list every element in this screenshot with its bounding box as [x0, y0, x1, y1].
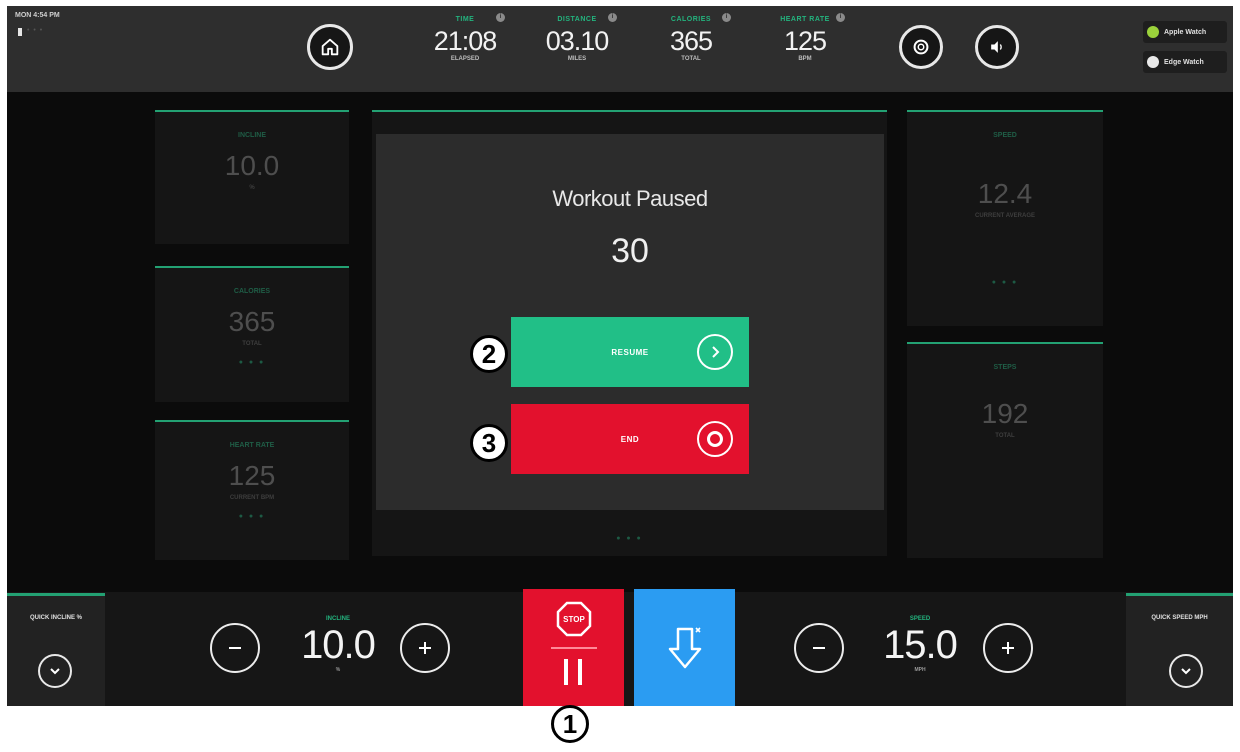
tile-value: 10.0: [224, 150, 280, 181]
apple-watch-label: Apple Watch: [1164, 28, 1207, 36]
speed-readout: SPEED 15.0 MPH: [865, 616, 975, 673]
edge-watch-label: Edge Watch: [1164, 58, 1204, 66]
stop-pause-button[interactable]: STOP: [523, 589, 624, 706]
tile-value: 125: [228, 460, 276, 491]
tile-unit: TOTAL: [995, 433, 1015, 439]
metric-value: 21:08: [433, 26, 498, 56]
countdown-value: 30: [611, 232, 649, 270]
sound-button[interactable]: [975, 25, 1019, 69]
tile-speed[interactable]: SPEED 12.4 CURRENT AVERAGE ● ● ●: [907, 110, 1103, 326]
metric-unit: BPM: [798, 56, 812, 62]
tile-heart-rate[interactable]: HEART RATE 125 CURRENT BPM ● ● ●: [155, 420, 349, 560]
tile-unit: TOTAL: [242, 341, 262, 347]
pause-icon-right: [578, 659, 582, 685]
quick-incline-label: QUICK INCLINE %: [29, 615, 82, 621]
metric-value: 365: [669, 26, 713, 56]
resume-button[interactable]: RESUME: [511, 317, 749, 387]
stop-circle-inner: [707, 431, 723, 447]
home-icon: [321, 38, 339, 56]
gear-icon: [913, 39, 929, 55]
page-dots: ● ● ●: [616, 535, 643, 542]
divider: [551, 647, 597, 649]
tile-incline[interactable]: INCLINE 10.0 %: [155, 110, 349, 244]
quick-speed[interactable]: QUICK SPEED MPH: [1126, 593, 1233, 706]
quick-speed-label: QUICK SPEED MPH: [1151, 615, 1208, 621]
tile-label: CALORIES: [233, 288, 271, 295]
page-dots: ● ● ●: [991, 279, 1019, 286]
page-dots: ● ● ●: [238, 359, 266, 366]
callout-2: 2: [470, 335, 508, 373]
tile-unit: CURRENT BPM: [229, 495, 275, 501]
apple-watch-badge[interactable]: Apple Watch: [1143, 21, 1227, 43]
minus-icon: [229, 647, 241, 649]
arrow-down-icon: [668, 626, 701, 668]
speed-value: 15.0: [883, 623, 958, 667]
dialog-title: Workout Paused: [552, 186, 708, 211]
tile-steps[interactable]: STEPS 192 TOTAL: [907, 342, 1103, 558]
metric-unit: MILES: [567, 56, 587, 62]
tile-value: 12.4: [977, 178, 1033, 209]
plus-icon: [419, 642, 431, 654]
info-icon: i: [496, 13, 505, 22]
incline-decrease-button[interactable]: [210, 623, 260, 673]
info-icon: i: [722, 13, 731, 22]
cooldown-button[interactable]: [634, 589, 735, 706]
home-button[interactable]: [307, 24, 353, 70]
tile-label: INCLINE: [238, 132, 266, 139]
workout-paused-dialog: Workout Paused 30 RESUME END: [376, 134, 884, 510]
page-dots: ● ● ●: [238, 513, 266, 520]
top-bar: MON 4:54 PM • • • i TIME 21:08 ELAPSED i…: [7, 6, 1233, 92]
tile-unit: %: [249, 185, 255, 191]
chevron-down-icon: [50, 668, 60, 675]
speed-unit: MPH: [914, 667, 926, 673]
metric-value: 03.10: [545, 26, 610, 56]
stop-sign-icon: STOP: [556, 601, 592, 637]
info-icon: i: [836, 13, 845, 22]
quick-incline-button[interactable]: [38, 654, 72, 688]
apple-watch-icon: [1147, 26, 1159, 38]
info-icon: i: [608, 13, 617, 22]
metric-value: 125: [783, 26, 827, 56]
tile-unit: CURRENT AVERAGE: [974, 213, 1035, 219]
status-dots: • • •: [27, 27, 44, 34]
metric-time[interactable]: i TIME 21:08 ELAPSED: [417, 13, 513, 62]
metric-heart-rate[interactable]: i HEART RATE 125 BPM: [757, 13, 853, 62]
chevron-right-icon: [697, 334, 733, 370]
tile-label: SPEED: [993, 132, 1017, 139]
callout-3: 3: [470, 424, 508, 462]
speed-decrease-button[interactable]: [794, 623, 844, 673]
stop-circle-icon: [697, 421, 733, 457]
treadmill-console-screen: MON 4:54 PM • • • i TIME 21:08 ELAPSED i…: [7, 6, 1233, 706]
metric-calories[interactable]: i CALORIES 365 TOTAL: [643, 13, 739, 62]
callout-1: 1: [551, 705, 589, 743]
clock: MON 4:54 PM: [15, 12, 60, 19]
incline-value: 10.0: [301, 623, 376, 667]
metric-unit: TOTAL: [681, 56, 701, 62]
settings-button[interactable]: [899, 25, 943, 69]
tile-value: 192: [981, 398, 1029, 429]
metric-unit: ELAPSED: [450, 56, 480, 62]
minus-icon: [813, 647, 825, 649]
stop-sign-text: STOP: [563, 615, 585, 624]
plus-icon: [1002, 642, 1014, 654]
incline-unit: %: [335, 667, 341, 673]
tile-value: 365: [228, 306, 276, 337]
tile-label: STEPS: [993, 364, 1017, 371]
edge-watch-badge[interactable]: Edge Watch: [1143, 51, 1227, 73]
speaker-icon: [991, 41, 1002, 53]
incline-readout: INCLINE 10.0 %: [283, 616, 393, 673]
tile-label: HEART RATE: [229, 442, 275, 449]
tile-calories[interactable]: CALORIES 365 TOTAL ● ● ●: [155, 266, 349, 402]
metric-distance[interactable]: i DISTANCE 03.10 MILES: [529, 13, 625, 62]
edge-watch-icon: [1147, 56, 1159, 68]
pause-icon-left: [564, 659, 568, 685]
quick-speed-button[interactable]: [1169, 654, 1203, 688]
speed-increase-button[interactable]: [983, 623, 1033, 673]
end-button[interactable]: END: [511, 404, 749, 474]
incline-increase-button[interactable]: [400, 623, 450, 673]
quick-incline[interactable]: QUICK INCLINE %: [7, 593, 105, 706]
chevron-down-icon: [1181, 668, 1191, 675]
battery-icon: [18, 28, 22, 36]
